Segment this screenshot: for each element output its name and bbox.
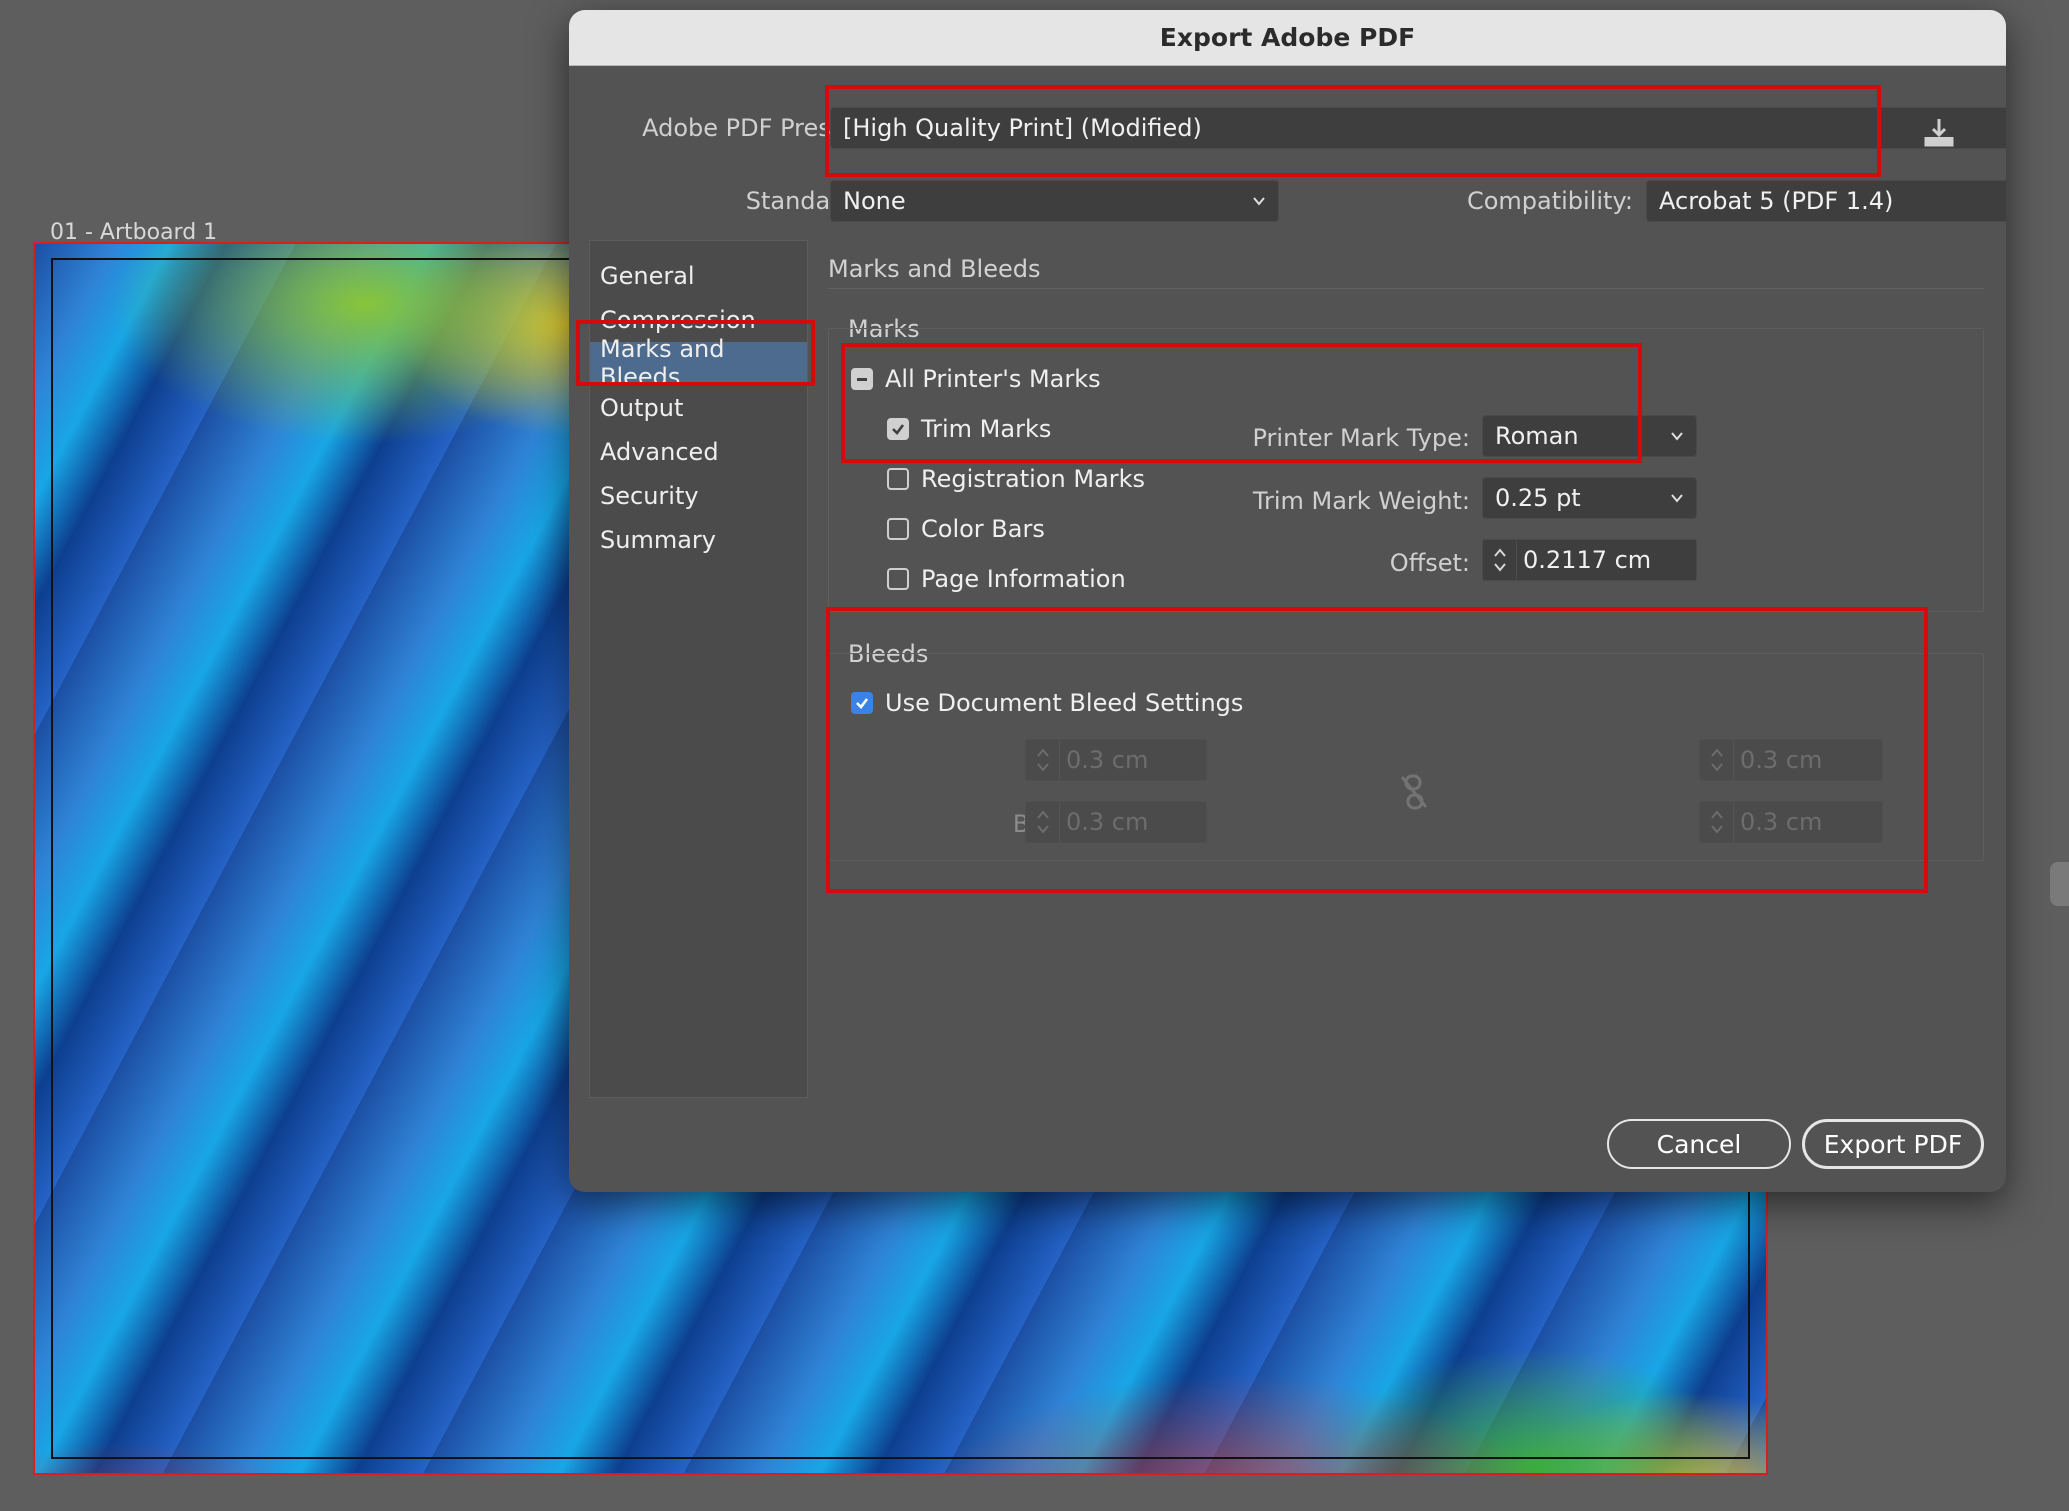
bleed-top-field[interactable]: 0.3 cm (1025, 739, 1207, 781)
sidebar-item-output[interactable]: Output (590, 387, 807, 429)
bleed-bottom-field[interactable]: 0.3 cm (1025, 801, 1207, 843)
bleed-right-field[interactable]: 0.3 cm (1699, 801, 1883, 843)
offset-value: 0.2117 cm (1523, 546, 1652, 574)
chevron-down-icon (1252, 194, 1266, 208)
offset-label: Offset: (1389, 549, 1470, 577)
export-pdf-button[interactable]: Export PDF (1802, 1119, 1984, 1169)
trim-marks-label: Trim Marks (921, 415, 1052, 443)
printer-mark-type-label: Printer Mark Type: (1252, 424, 1471, 452)
sidebar-item-summary[interactable]: Summary (590, 519, 807, 561)
checkmark-icon (851, 692, 873, 714)
bleed-bottom-value: 0.3 cm (1066, 808, 1149, 836)
sidebar: General Compression Marks and Bleeds Out… (589, 240, 808, 1098)
color-bars-label: Color Bars (921, 515, 1045, 543)
standard-value: None (843, 187, 906, 215)
bleed-right-value: 0.3 cm (1740, 808, 1823, 836)
panel-heading: Marks and Bleeds (828, 255, 1041, 283)
all-printers-marks-label: All Printer's Marks (885, 365, 1101, 393)
use-document-bleed-label: Use Document Bleed Settings (885, 689, 1244, 717)
trim-mark-weight-label: Trim Mark Weight: (1252, 487, 1470, 515)
use-document-bleed-checkbox[interactable]: Use Document Bleed Settings (851, 689, 1243, 717)
trim-mark-weight-select[interactable]: 0.25 pt (1482, 477, 1697, 519)
checkbox-icon (887, 518, 909, 540)
printer-mark-type-select[interactable]: Roman (1482, 415, 1697, 457)
printer-mark-type-value: Roman (1495, 422, 1579, 450)
standard-select[interactable]: None (830, 180, 1279, 222)
offset-field[interactable]: 0.2117 cm (1482, 539, 1697, 581)
preset-label: Adobe PDF Preset: (642, 114, 863, 142)
trim-marks-checkbox[interactable]: Trim Marks (887, 415, 1051, 443)
chevron-down-icon (1670, 429, 1684, 443)
canvas-scrollbar[interactable] (2050, 862, 2069, 906)
sidebar-item-security[interactable]: Security (590, 475, 807, 517)
cancel-button[interactable]: Cancel (1607, 1119, 1791, 1169)
compatibility-label: Compatibility: (1466, 187, 1633, 215)
stepper-icon (1026, 740, 1060, 780)
page-information-checkbox[interactable]: Page Information (887, 565, 1126, 593)
stepper-icon[interactable] (1483, 540, 1517, 580)
page-information-label: Page Information (921, 565, 1126, 593)
stepper-icon (1700, 740, 1734, 780)
stepper-icon (1700, 802, 1734, 842)
bleed-top-value: 0.3 cm (1066, 746, 1149, 774)
save-preset-icon[interactable] (1922, 115, 1960, 153)
panel-divider (828, 288, 1984, 289)
sidebar-item-advanced[interactable]: Advanced (590, 431, 807, 473)
trim-mark-weight-value: 0.25 pt (1495, 484, 1581, 512)
all-printers-marks-checkbox[interactable]: All Printer's Marks (851, 365, 1101, 393)
bleed-left-field[interactable]: 0.3 cm (1699, 739, 1883, 781)
color-bars-checkbox[interactable]: Color Bars (887, 515, 1045, 543)
sidebar-item-general[interactable]: General (590, 255, 807, 297)
export-pdf-dialog: Export Adobe PDF Adobe PDF Preset: [High… (569, 10, 2006, 1192)
checkbox-icon (887, 568, 909, 590)
preset-value: [High Quality Print] (Modified) (843, 114, 1202, 142)
checkbox-icon (887, 468, 909, 490)
stepper-icon (1026, 802, 1060, 842)
registration-marks-checkbox[interactable]: Registration Marks (887, 465, 1145, 493)
link-bleed-icon[interactable] (1397, 772, 1431, 812)
compatibility-select[interactable]: Acrobat 5 (PDF 1.4) (1646, 180, 2006, 222)
bleed-left-value: 0.3 cm (1740, 746, 1823, 774)
sidebar-item-marks-and-bleeds[interactable]: Marks and Bleeds (590, 335, 807, 391)
checkbox-mixed-icon (851, 368, 873, 390)
checkmark-icon (887, 418, 909, 440)
chevron-down-icon (1670, 491, 1684, 505)
preset-select[interactable]: [High Quality Print] (Modified) (830, 107, 2006, 149)
registration-marks-label: Registration Marks (921, 465, 1146, 493)
compatibility-value: Acrobat 5 (PDF 1.4) (1659, 187, 1894, 215)
dialog-title: Export Adobe PDF (569, 10, 2006, 66)
